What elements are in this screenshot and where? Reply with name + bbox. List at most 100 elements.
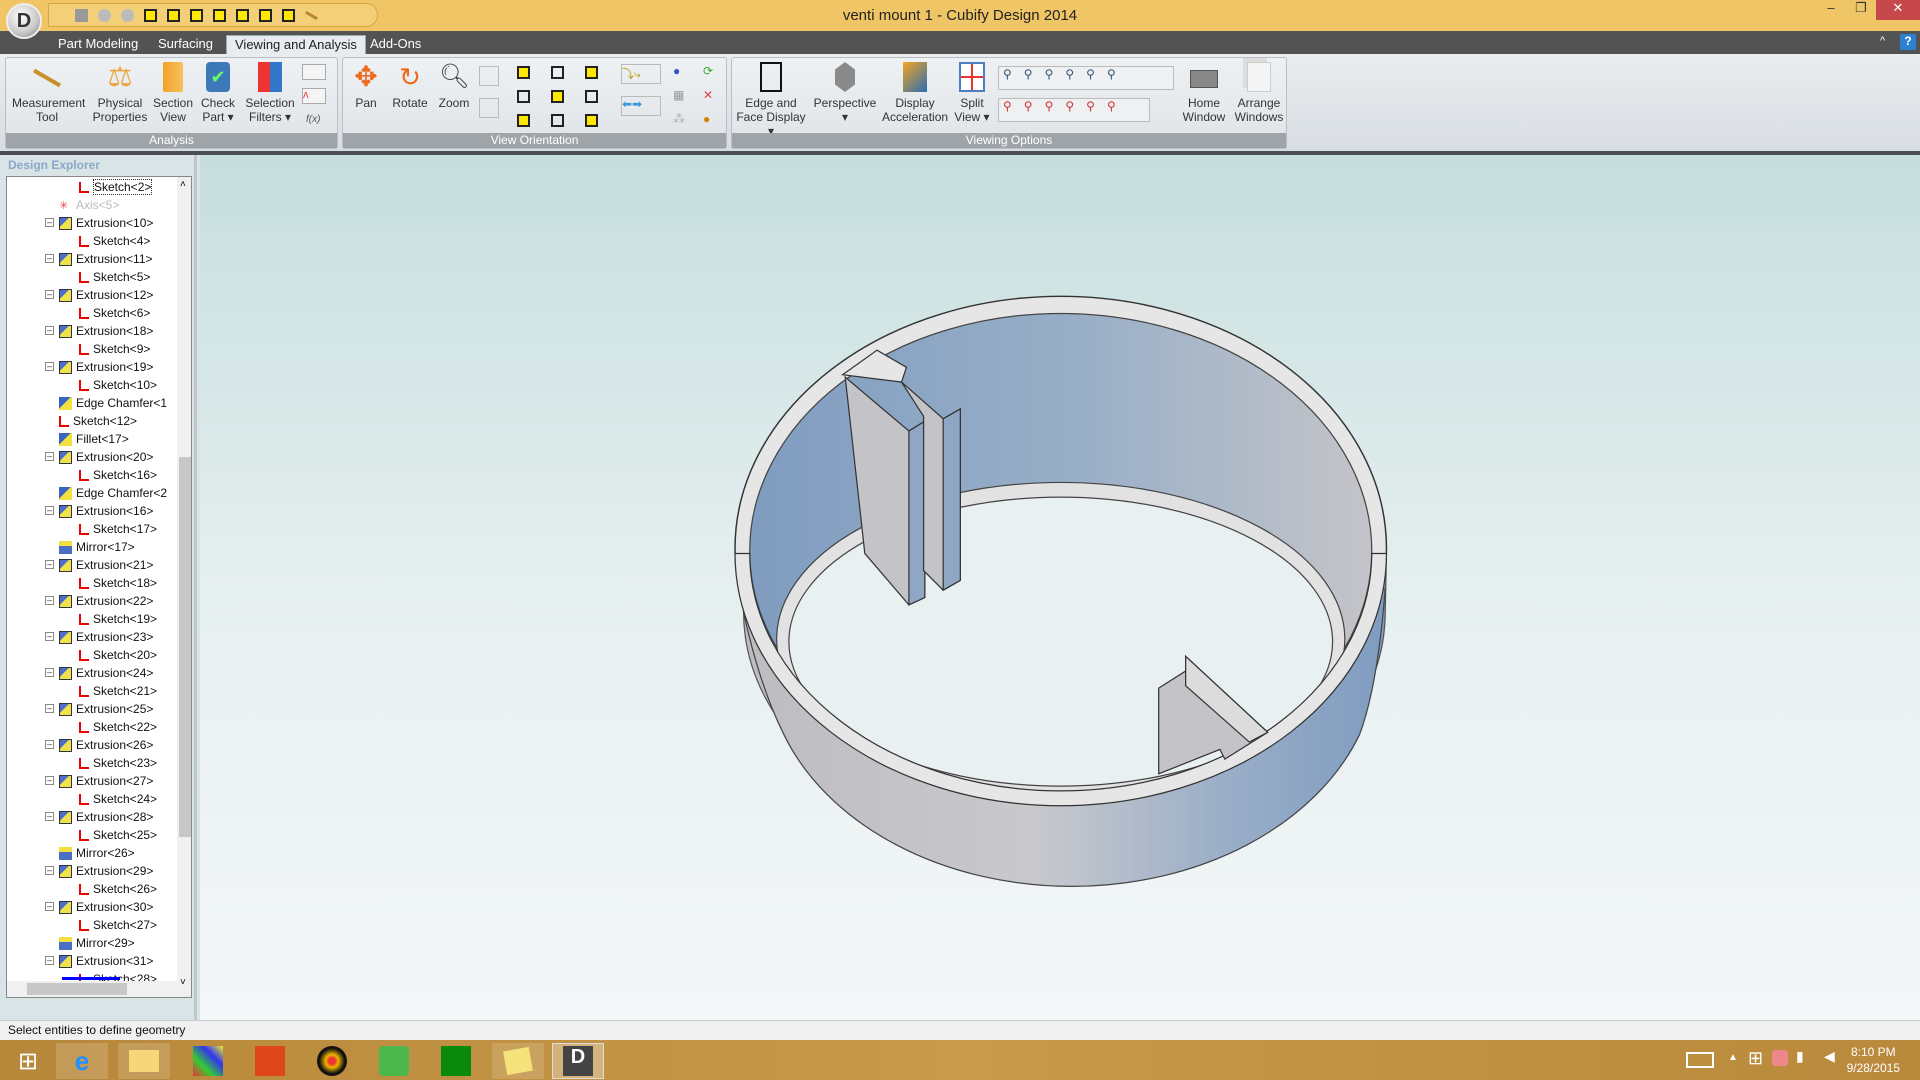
tree-item[interactable]: Extrusion<21> <box>59 556 153 574</box>
tree-item[interactable]: Sketch<23> <box>79 754 157 772</box>
tree-item[interactable]: Edge Chamfer<2 <box>59 484 167 502</box>
tree-item[interactable]: Mirror<17> <box>59 538 135 556</box>
zoom-fit-button[interactable] <box>479 98 499 118</box>
collapse-toggle[interactable]: – <box>45 506 54 515</box>
link-icon[interactable]: ⁂ <box>673 112 691 128</box>
collapse-toggle[interactable]: – <box>45 740 54 749</box>
clear-icon[interactable]: ✕ <box>703 88 721 104</box>
tree-item[interactable]: Sketch<10> <box>79 376 157 394</box>
collapse-toggle[interactable]: – <box>45 452 54 461</box>
collapse-toggle[interactable]: – <box>45 218 54 227</box>
tree-item[interactable]: Sketch<5> <box>79 268 150 286</box>
tree-item[interactable]: Extrusion<30> <box>59 898 153 916</box>
section-view-button[interactable]: Section View <box>152 62 194 124</box>
tree-item[interactable]: Extrusion<29> <box>59 862 153 880</box>
tree-item[interactable]: Sketch<25> <box>79 826 157 844</box>
volume-icon[interactable]: ◀ <box>1824 1048 1835 1065</box>
tab-surfacing[interactable]: Surfacing <box>150 35 221 54</box>
physical-properties-button[interactable]: ⚖ Physical Properties <box>90 62 150 125</box>
taskbar-internet-explorer[interactable]: e <box>56 1043 108 1079</box>
tree-item[interactable]: Sketch<16> <box>79 466 157 484</box>
view-top-icon[interactable] <box>585 66 598 79</box>
tree-item[interactable]: Mirror<29> <box>59 934 135 952</box>
collapse-toggle[interactable]: – <box>45 704 54 713</box>
help-icon[interactable]: ? <box>1900 34 1916 50</box>
clock[interactable]: 8:10 PM 9/28/2015 <box>1847 1044 1900 1076</box>
tree-item[interactable]: Sketch<22> <box>79 718 157 736</box>
tab-add-ons[interactable]: Add-Ons <box>362 35 429 54</box>
tree-item[interactable]: Extrusion<25> <box>59 700 153 718</box>
taskbar-puzzle-app[interactable] <box>182 1043 234 1079</box>
tree-item[interactable]: Extrusion<27> <box>59 772 153 790</box>
tree-item[interactable]: Extrusion<26> <box>59 736 153 754</box>
tree-item[interactable]: ✳ Axis<5> <box>59 196 119 214</box>
collapse-toggle[interactable]: – <box>45 560 54 569</box>
camera-icon[interactable]: ● <box>673 64 691 80</box>
collapse-toggle[interactable]: – <box>45 956 54 965</box>
action-center-icon[interactable]: ⊞ <box>1748 1048 1763 1069</box>
tree-item[interactable]: Extrusion<19> <box>59 358 153 376</box>
tree-item[interactable]: Extrusion<24> <box>59 664 153 682</box>
grid-icon[interactable]: ▦ <box>673 88 691 104</box>
view-iso-icon[interactable] <box>585 114 598 127</box>
tree-item[interactable]: Sketch<24> <box>79 790 157 808</box>
measurement-tool-button[interactable]: Measurement Tool <box>12 62 85 124</box>
tree-item[interactable]: Sketch<6> <box>79 304 150 322</box>
tree-item[interactable]: Sketch<20> <box>79 646 157 664</box>
tree-item[interactable]: Extrusion<28> <box>59 808 153 826</box>
tree-item[interactable]: Sketch<2> <box>79 178 153 196</box>
signal-icon[interactable]: ▮ <box>1796 1048 1804 1065</box>
display-filter-toolbar-2[interactable]: ⚲⚲⚲⚲⚲⚲ <box>998 98 1150 122</box>
properties-dropdown[interactable] <box>302 64 326 80</box>
zoom-button[interactable]: 🔍︎ Zoom <box>435 62 473 110</box>
taskbar-webcam-app[interactable] <box>306 1043 358 1079</box>
tree-item[interactable]: Extrusion<22> <box>59 592 153 610</box>
tree-item[interactable]: Extrusion<10> <box>59 214 153 232</box>
perspective-button[interactable]: Perspective ▾ <box>812 62 878 124</box>
tree-item[interactable]: Extrusion<20> <box>59 448 153 466</box>
home-window-button[interactable]: Home Window <box>1178 62 1230 124</box>
app-logo[interactable]: D <box>6 3 42 39</box>
collapse-toggle[interactable]: – <box>45 668 54 677</box>
view-right-icon[interactable] <box>585 90 598 103</box>
show-hidden-icons[interactable]: ▲ <box>1728 1052 1738 1063</box>
collapse-toggle[interactable]: – <box>45 326 54 335</box>
collapse-toggle[interactable]: – <box>45 632 54 641</box>
tree-item[interactable]: Sketch<17> <box>79 520 157 538</box>
tree-item[interactable]: Extrusion<16> <box>59 502 153 520</box>
tree-item[interactable]: Sketch<19> <box>79 610 157 628</box>
start-button[interactable]: ⊞ <box>2 1043 54 1079</box>
display-acceleration-button[interactable]: Display Acceleration <box>882 62 948 124</box>
collapse-toggle[interactable]: – <box>45 776 54 785</box>
view-iso-icon[interactable] <box>517 114 530 127</box>
tree-item[interactable]: Fillet<17> <box>59 430 129 448</box>
refresh-icon[interactable]: ⟳ <box>703 64 721 80</box>
tree-item[interactable]: Sketch<27> <box>79 916 157 934</box>
network-error-icon[interactable] <box>1772 1050 1788 1066</box>
restore-button[interactable]: ❐ <box>1846 0 1876 20</box>
tree-item[interactable]: Sketch<18> <box>79 574 157 592</box>
collapse-toggle[interactable]: – <box>45 254 54 263</box>
collapse-toggle[interactable]: – <box>45 596 54 605</box>
collapse-toggle[interactable]: – <box>45 290 54 299</box>
tree-item[interactable]: Sketch<9> <box>79 340 150 358</box>
taskbar-audio-app[interactable] <box>244 1043 296 1079</box>
tree-item[interactable]: Extrusion<12> <box>59 286 153 304</box>
selection-filters-button[interactable]: Selection Filters ▾ <box>242 62 298 124</box>
tab-part-modeling[interactable]: Part Modeling <box>50 35 146 54</box>
rotate-button[interactable]: ↻ Rotate <box>389 62 431 110</box>
taskbar-calculator-app[interactable] <box>368 1043 420 1079</box>
taskbar-sticky-notes[interactable] <box>492 1043 544 1079</box>
collapse-toggle[interactable]: – <box>45 812 54 821</box>
view-bottom-icon[interactable] <box>517 90 530 103</box>
pan-button[interactable]: ✥ Pan <box>349 62 383 111</box>
scroll-down-icon[interactable]: ˅ <box>180 977 186 988</box>
display-filter-toolbar-1[interactable]: ⚲⚲⚲⚲⚲⚲ <box>998 66 1174 90</box>
curve-dropdown[interactable]: ʌ <box>302 88 326 104</box>
tree-item[interactable]: Extrusion<23> <box>59 628 153 646</box>
view-back-icon[interactable] <box>551 66 564 79</box>
check-part-button[interactable]: ✔ Check Part ▾ <box>196 62 240 124</box>
tree-item[interactable]: Sketch<26> <box>79 880 157 898</box>
tree-item[interactable]: Sketch<4> <box>79 232 150 250</box>
view-front-icon[interactable] <box>517 66 530 79</box>
